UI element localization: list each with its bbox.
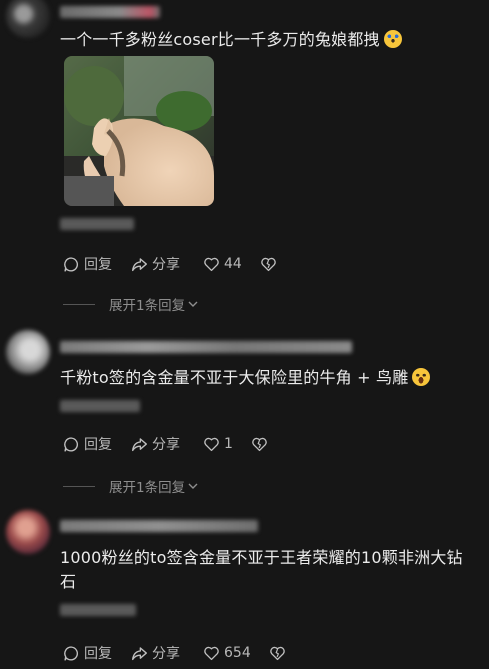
comment-meta [60, 400, 140, 412]
chevron-down-icon [188, 483, 198, 489]
expand-label: 展开1条回复 [109, 298, 186, 314]
share-button[interactable]: 分享 [131, 434, 203, 454]
share-label: 分享 [152, 257, 180, 273]
comment-text-content: 一个一千多粉丝coser比一千多万的兔娘都拽 [60, 30, 380, 49]
like-count: 1 [224, 436, 233, 452]
dislike-button[interactable] [260, 256, 277, 273]
comment-text: 千粉to签的含金量不亚于大保险里的牛角 + 鸟雕 [60, 366, 470, 390]
speech-bubble-icon [64, 436, 78, 452]
comment-text: 1000粉丝的to签含金量不亚于王者荣耀的10颗非洲大钻石 [60, 546, 470, 594]
dog-photo-icon [64, 56, 214, 206]
avatar[interactable] [6, 0, 50, 38]
avatar[interactable] [6, 330, 50, 374]
heart-icon [204, 437, 219, 451]
rolling-on-floor-laughing-icon [383, 30, 402, 48]
like-count: 654 [224, 645, 251, 661]
reply-label: 回复 [84, 257, 112, 273]
speech-bubble-icon [64, 256, 78, 272]
username[interactable] [60, 6, 160, 18]
like-button[interactable]: 44 [203, 256, 242, 273]
broken-heart-icon [252, 437, 267, 451]
reply-label: 回复 [84, 437, 112, 453]
share-arrow-icon [132, 646, 147, 660]
reply-button[interactable]: 回复 [63, 254, 131, 274]
like-count: 44 [224, 256, 242, 272]
dislike-button[interactable] [251, 436, 268, 453]
divider-line [63, 485, 95, 487]
heart-icon [204, 257, 219, 271]
comment-meta [60, 218, 134, 230]
username[interactable] [60, 341, 352, 353]
grinning-squinting-icon [412, 368, 431, 386]
comment-actions: 回复 分享 44 [63, 252, 277, 276]
expand-label: 展开1条回复 [109, 480, 186, 496]
dislike-button[interactable] [269, 645, 286, 662]
share-label: 分享 [152, 646, 180, 662]
share-button[interactable]: 分享 [131, 254, 203, 274]
comment-image[interactable] [64, 56, 214, 206]
reply-button[interactable]: 回复 [63, 434, 131, 454]
share-button[interactable]: 分享 [131, 643, 203, 663]
chevron-down-icon [188, 301, 198, 307]
divider-line [63, 303, 95, 305]
avatar[interactable] [6, 510, 50, 554]
heart-icon [204, 646, 219, 660]
username[interactable] [60, 520, 258, 532]
comment-text-content: 1000粉丝的to签含金量不亚于王者荣耀的10颗非洲大钻石 [60, 548, 463, 591]
like-button[interactable]: 654 [203, 645, 251, 662]
reply-button[interactable]: 回复 [63, 643, 131, 663]
comment-actions: 回复 分享 654 [63, 641, 286, 665]
share-arrow-icon [132, 257, 147, 271]
comment-text-content: 千粉to签的含金量不亚于大保险里的牛角 + 鸟雕 [60, 368, 409, 387]
speech-bubble-icon [64, 645, 78, 661]
comment-meta [60, 604, 136, 616]
share-label: 分享 [152, 437, 180, 453]
comment-actions: 回复 分享 1 [63, 432, 268, 456]
expand-replies-button[interactable]: 展开1条回复 [63, 294, 199, 314]
broken-heart-icon [269, 646, 285, 660]
comment-text: 一个一千多粉丝coser比一千多万的兔娘都拽 [60, 28, 470, 52]
broken-heart-icon [261, 257, 276, 271]
like-button[interactable]: 1 [203, 436, 233, 453]
expand-replies-button[interactable]: 展开1条回复 [63, 476, 199, 496]
share-arrow-icon [132, 437, 147, 451]
reply-label: 回复 [84, 646, 112, 662]
